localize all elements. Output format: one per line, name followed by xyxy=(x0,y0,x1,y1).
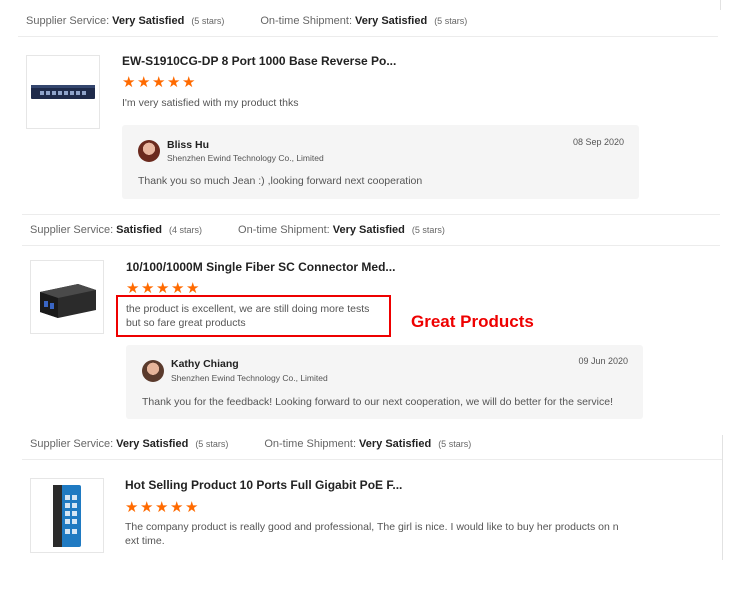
review-line-2: ext time. xyxy=(125,535,165,547)
supplier-reply: Bliss Hu Shenzhen Ewind Technology Co., … xyxy=(122,125,639,199)
supplier-service-value: Satisfied xyxy=(116,224,163,236)
reply-date: 09 Jun 2020 xyxy=(578,356,628,366)
switch-image xyxy=(31,85,95,99)
star-icon: ★ xyxy=(155,499,169,516)
divider xyxy=(722,435,723,560)
supplier-service-stars: (4 stars) xyxy=(169,225,203,235)
supplier-service-label: Supplier Service: xyxy=(30,438,114,450)
media-converter-image xyxy=(40,284,96,318)
supplier-service-stars: (5 stars) xyxy=(191,16,225,26)
star-icon: ★ xyxy=(170,499,184,516)
poe-switch-image xyxy=(53,484,81,547)
star-icon: ★ xyxy=(152,74,166,91)
star-icon: ★ xyxy=(182,74,196,91)
rating-summary-1: Supplier Service: Very Satisfied (5 star… xyxy=(18,6,718,37)
shipment-value: Very Satisfied xyxy=(332,224,405,236)
review-line-1: The company product is really good and p… xyxy=(125,521,619,533)
star-icon: ★ xyxy=(122,74,136,91)
supplier-service-stars: (5 stars) xyxy=(195,439,229,449)
reply-company: Shenzhen Ewind Technology Co., Limited xyxy=(167,153,324,163)
avatar xyxy=(138,140,160,162)
star-icon: ★ xyxy=(167,74,181,91)
star-icon: ★ xyxy=(156,280,170,297)
star-rating: ★ ★ ★ ★ ★ xyxy=(122,74,196,91)
product-title-link[interactable]: 10/100/1000M Single Fiber SC Connector M… xyxy=(126,260,395,274)
supplier-service-value: Very Satisfied xyxy=(112,15,185,27)
shipment-value: Very Satisfied xyxy=(355,15,428,27)
shipment-stars: (5 stars) xyxy=(411,225,445,235)
star-icon: ★ xyxy=(186,280,200,297)
shipment-label: On-time Shipment: xyxy=(238,224,330,236)
shipment-stars: (5 stars) xyxy=(438,439,472,449)
star-icon: ★ xyxy=(185,499,199,516)
reply-text: Thank you for the feedback! Looking forw… xyxy=(142,396,614,408)
star-rating: ★ ★ ★ ★ ★ xyxy=(126,280,200,297)
shipment-stars: (5 stars) xyxy=(434,16,468,26)
product-thumbnail[interactable] xyxy=(30,478,104,553)
divider xyxy=(720,0,721,10)
supplier-reply: Kathy Chiang Shenzhen Ewind Technology C… xyxy=(126,345,643,419)
review-text: I'm very satisfied with my product thks xyxy=(122,97,299,109)
reply-date: 08 Sep 2020 xyxy=(572,137,624,147)
reply-name: Kathy Chiang xyxy=(171,358,239,370)
star-rating: ★ ★ ★ ★ ★ xyxy=(125,499,199,516)
shipment-label: On-time Shipment: xyxy=(264,438,357,450)
product-thumbnail[interactable] xyxy=(30,260,104,334)
product-title-link[interactable]: EW-S1910CG-DP 8 Port 1000 Base Reverse P… xyxy=(122,54,396,68)
star-icon: ★ xyxy=(125,499,139,516)
shipment-label: On-time Shipment: xyxy=(260,15,353,27)
star-icon: ★ xyxy=(126,280,140,297)
review-text: The company product is really good and p… xyxy=(125,520,619,548)
reply-company: Shenzhen Ewind Technology Co., Limited xyxy=(171,373,328,383)
star-icon: ★ xyxy=(140,499,154,516)
rating-summary-3: Supplier Service: Very Satisfied (5 star… xyxy=(22,429,722,460)
supplier-service-value: Very Satisfied xyxy=(116,438,189,450)
supplier-service-label: Supplier Service: xyxy=(30,224,114,236)
rating-summary-2: Supplier Service: Satisfied (4 stars) On… xyxy=(22,214,720,246)
highlight-box xyxy=(116,295,391,337)
avatar xyxy=(142,360,164,382)
shipment-value: Very Satisfied xyxy=(359,438,432,450)
product-thumbnail[interactable] xyxy=(26,55,100,129)
annotation-label: Great Products xyxy=(411,312,534,331)
product-title-link[interactable]: Hot Selling Product 10 Ports Full Gigabi… xyxy=(125,478,402,492)
star-icon: ★ xyxy=(137,74,151,91)
supplier-service-label: Supplier Service: xyxy=(26,15,110,27)
reply-name: Bliss Hu xyxy=(167,139,210,151)
star-icon: ★ xyxy=(141,280,155,297)
reply-text: Thank you so much Jean :) ,looking forwa… xyxy=(138,175,423,187)
star-icon: ★ xyxy=(171,280,185,297)
